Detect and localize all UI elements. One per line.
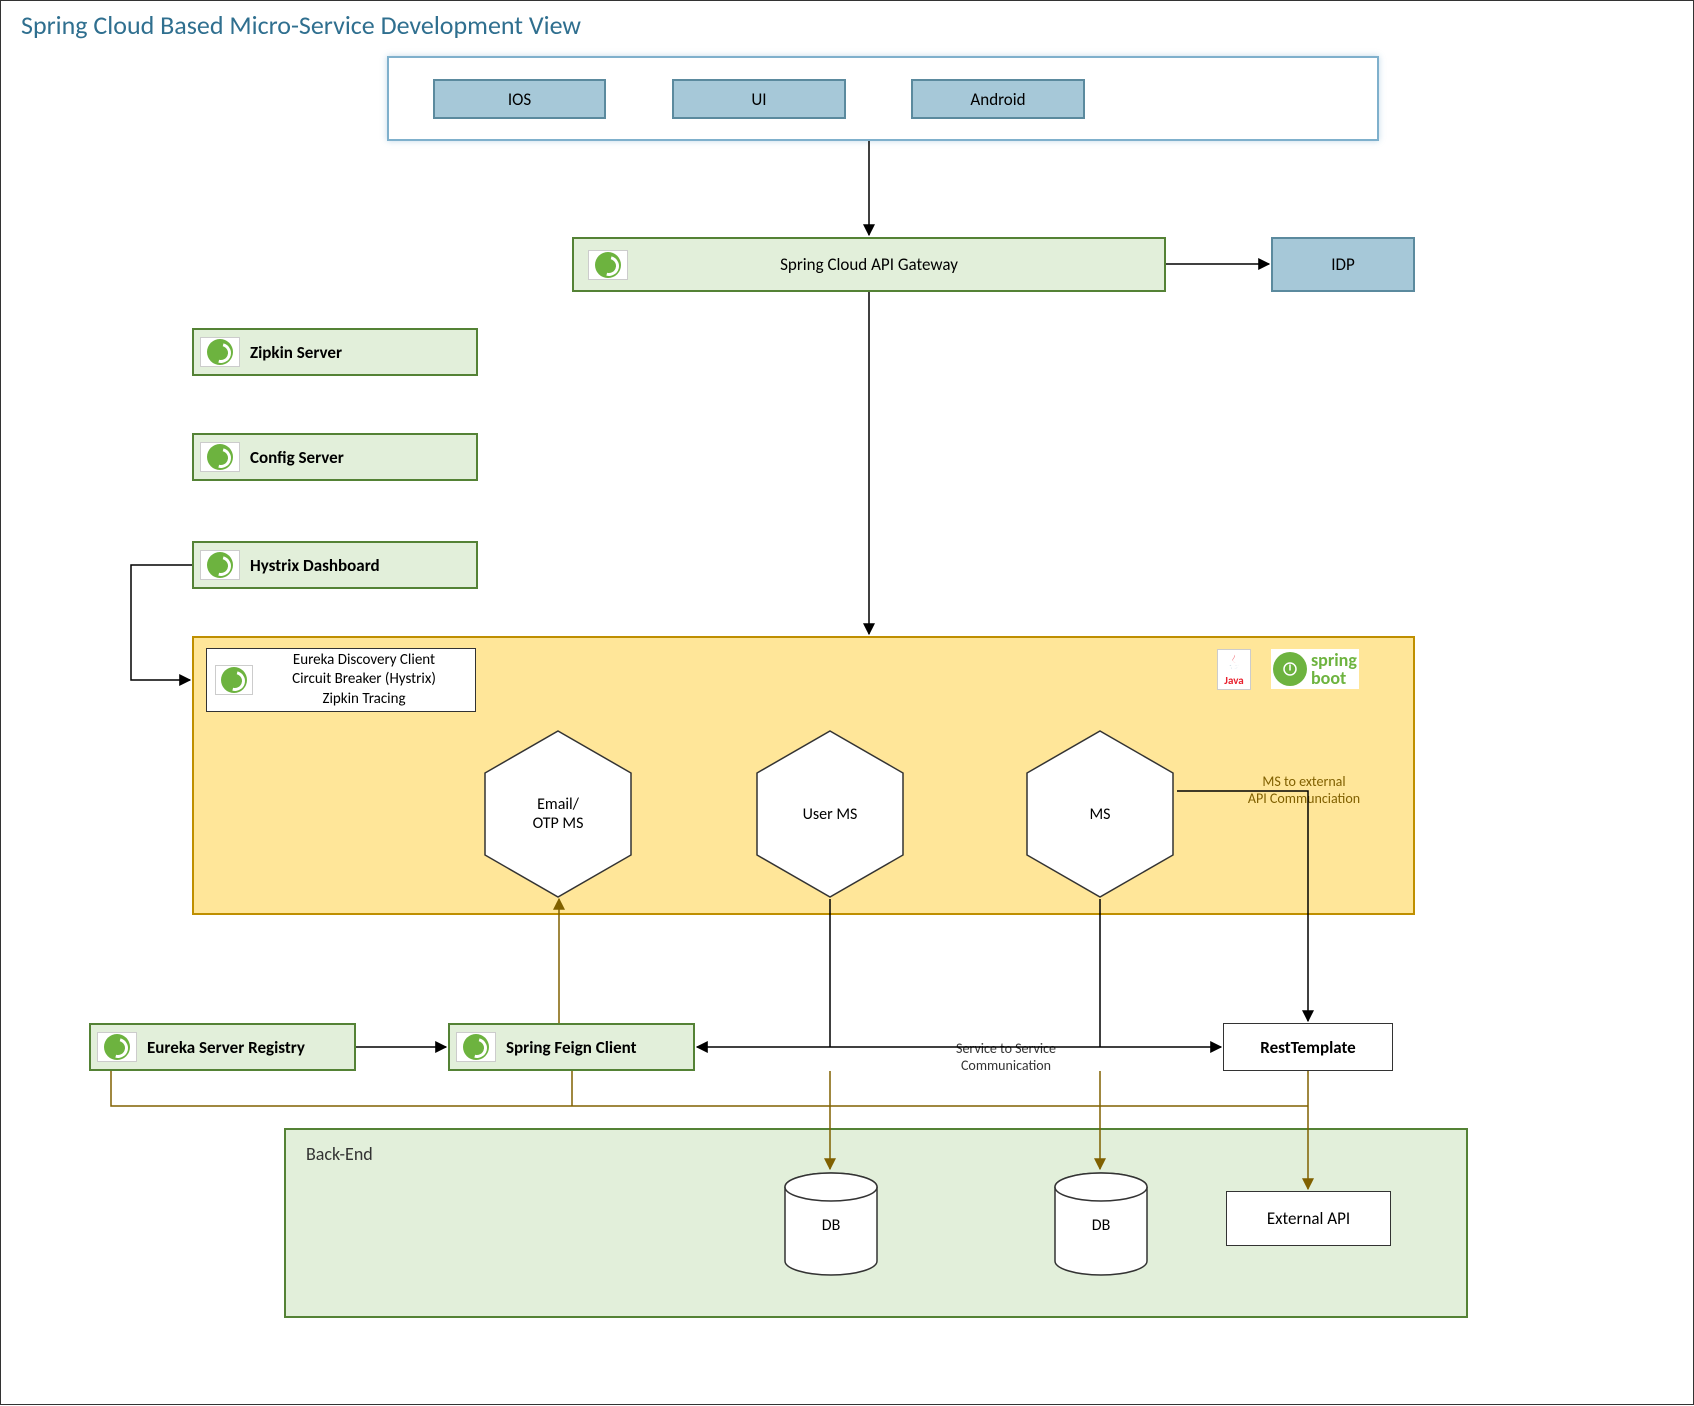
backend-label: Back-End — [306, 1143, 373, 1165]
client-ios-label: IOS — [508, 89, 531, 110]
idp-box: IDP — [1271, 237, 1415, 292]
ms-info-line3: Zipkin Tracing — [261, 690, 467, 710]
svc-to-svc-label: Service to Service Communication — [921, 1023, 1091, 1074]
spring-icon — [200, 442, 240, 472]
external-api-box: External API — [1226, 1191, 1391, 1246]
db2-label: DB — [1051, 1216, 1151, 1235]
diagram-canvas: Spring Cloud Based Micro-Service Develop… — [0, 0, 1694, 1405]
client-ui-label: UI — [751, 89, 766, 110]
client-android: Android — [911, 79, 1085, 119]
spring-icon — [200, 550, 240, 580]
ms-annotations-box: Eureka Discovery Client Circuit Breaker … — [206, 648, 476, 712]
rest-template-label: RestTemplate — [1260, 1037, 1355, 1058]
spring-icon — [200, 337, 240, 367]
eureka-label: Eureka Server Registry — [147, 1037, 305, 1058]
hystrix-dashboard-box: Hystrix Dashboard — [192, 541, 478, 589]
spring-icon — [97, 1032, 137, 1062]
ms-info-line1: Eureka Discovery Client — [261, 651, 467, 671]
client-android-label: Android — [970, 89, 1025, 110]
hex-email-label: Email/ OTP MS — [481, 729, 635, 899]
idp-label: IDP — [1331, 254, 1355, 275]
zipkin-label: Zipkin Server — [250, 342, 342, 363]
hex-user-label: User MS — [753, 729, 907, 899]
rest-template-box: RestTemplate — [1223, 1023, 1393, 1071]
springboot-logo-text: spring boot — [1311, 651, 1357, 687]
feign-label: Spring Feign Client — [506, 1037, 636, 1058]
ms-info-line2: Circuit Breaker (Hystrix) — [261, 670, 467, 690]
diagram-title: Spring Cloud Based Micro-Service Develop… — [21, 9, 581, 41]
hystrix-label: Hystrix Dashboard — [250, 555, 380, 576]
feign-client-box: Spring Feign Client — [448, 1023, 695, 1071]
java-logo-text: Java — [1224, 674, 1243, 687]
spring-icon — [588, 250, 628, 280]
java-logo: Java — [1217, 649, 1251, 690]
config-server-box: Config Server — [192, 433, 478, 481]
api-gateway-box: Spring Cloud API Gateway — [572, 237, 1166, 292]
client-ios: IOS — [433, 79, 606, 119]
config-label: Config Server — [250, 447, 344, 468]
hex-ms-label: MS — [1023, 729, 1177, 899]
api-gateway-label: Spring Cloud API Gateway — [780, 254, 958, 275]
eureka-registry-box: Eureka Server Registry — [89, 1023, 356, 1071]
ms-external-label: MS to external API Communciation — [1229, 756, 1379, 807]
zipkin-server-box: Zipkin Server — [192, 328, 478, 376]
client-ui: UI — [672, 79, 846, 119]
external-api-label: External API — [1267, 1208, 1350, 1229]
db1-label: DB — [781, 1216, 881, 1235]
spring-icon — [215, 665, 253, 695]
springboot-logo: spring boot — [1271, 649, 1359, 689]
spring-icon — [456, 1032, 496, 1062]
